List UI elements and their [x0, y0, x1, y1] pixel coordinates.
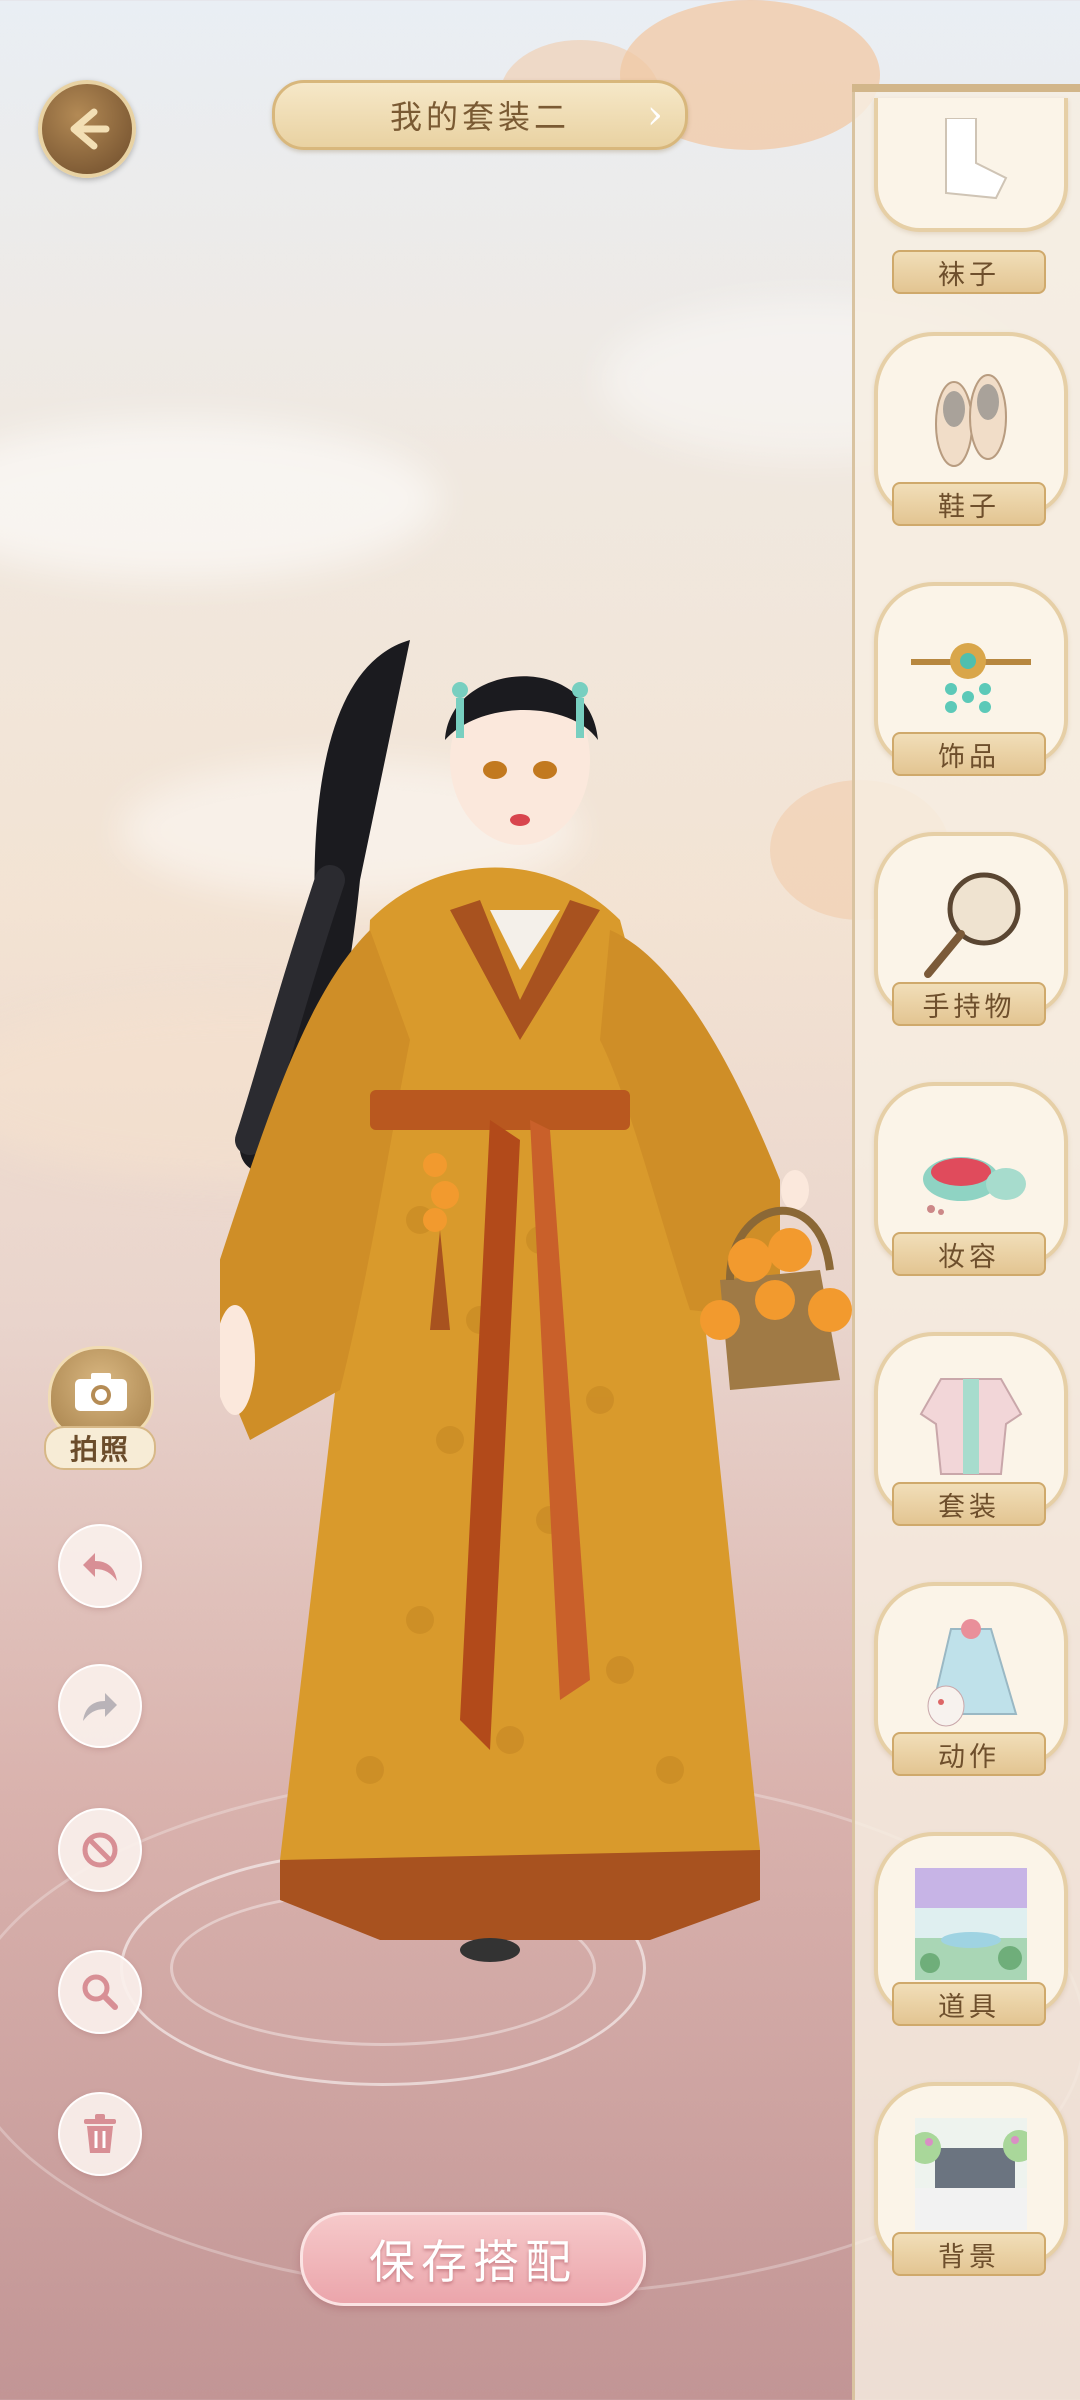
category-background[interactable]: 背景: [872, 2082, 1068, 2292]
undo-icon: [83, 1553, 117, 1581]
outfit-title-bar[interactable]: 我的套装二 ›: [272, 80, 688, 150]
category-accessories[interactable]: 饰品: [872, 582, 1068, 792]
magnifier-icon: [82, 1974, 118, 2010]
undo-button[interactable]: [58, 1524, 142, 1608]
category-outfit[interactable]: 套装: [872, 1332, 1068, 1542]
category-pose[interactable]: 动作: [872, 1582, 1068, 1792]
sash: [370, 1090, 630, 1130]
back-arrow-icon: [70, 108, 110, 150]
category-label-accessories: 饰品: [892, 732, 1046, 776]
category-label-shoes: 鞋子: [892, 482, 1046, 526]
back-button[interactable]: [38, 80, 136, 178]
category-label-props: 道具: [892, 1982, 1046, 2026]
category-label-outfit: 套装: [892, 1482, 1046, 1526]
save-outfit-button[interactable]: 保存搭配: [300, 2212, 646, 2306]
panel-top-trim: [852, 84, 1080, 92]
chevron-right-icon[interactable]: ›: [647, 95, 667, 135]
zoom-button[interactable]: [58, 1950, 142, 2034]
category-label-pose: 动作: [892, 1732, 1046, 1776]
category-label-background: 背景: [892, 2232, 1046, 2276]
reset-button[interactable]: [58, 1808, 142, 1892]
character-figure[interactable]: [220, 620, 910, 1980]
socks-icon: [874, 98, 1068, 232]
cloud: [0, 420, 440, 580]
category-shoes[interactable]: 鞋子: [872, 332, 1068, 542]
delete-button[interactable]: [58, 2092, 142, 2176]
redo-icon: [83, 1693, 117, 1721]
category-makeup[interactable]: 妆容: [872, 1082, 1068, 1292]
camera-icon: [48, 1346, 154, 1438]
photo-button[interactable]: 拍照: [44, 1346, 156, 1470]
category-label-makeup: 妆容: [892, 1232, 1046, 1276]
category-props[interactable]: 道具: [872, 1832, 1068, 2042]
trash-icon: [84, 2114, 116, 2153]
redo-button[interactable]: [58, 1664, 142, 1748]
outfit-title: 我的套装二: [389, 98, 570, 136]
category-socks[interactable]: 袜子: [872, 98, 1068, 308]
prohibit-icon: [82, 1832, 118, 1868]
photo-label: 拍照: [44, 1426, 156, 1470]
category-label-handheld: 手持物: [892, 982, 1046, 1026]
category-label-socks: 袜子: [892, 250, 1046, 294]
category-handheld[interactable]: 手持物: [872, 832, 1068, 1042]
